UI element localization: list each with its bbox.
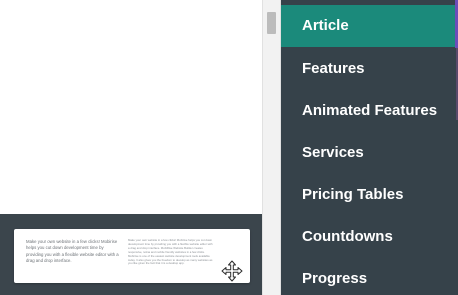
block-category-menu: Article Features Animated Features Servi…	[281, 0, 458, 295]
menu-item-services[interactable]: Services	[281, 132, 458, 174]
page-preview: Make your own website in a few clicks! M…	[0, 0, 262, 295]
menu-item-progress[interactable]: Progress	[281, 258, 458, 295]
card-text-right: Make your own website in a few clicks! M…	[128, 239, 213, 266]
menu-item-animated-features[interactable]: Animated Features	[281, 90, 458, 132]
scrollbar-thumb[interactable]	[267, 12, 276, 34]
card-text-left: Make your own website in a few clicks! M…	[26, 239, 119, 264]
content-card[interactable]: Make your own website in a few clicks! M…	[14, 229, 250, 283]
scrollbar[interactable]	[262, 0, 281, 295]
screen: Make your own website in a few clicks! M…	[0, 0, 458, 295]
menu-item-features[interactable]: Features	[281, 48, 458, 90]
menu-item-pricing-tables[interactable]: Pricing Tables	[281, 174, 458, 216]
move-arrows-icon[interactable]	[221, 260, 243, 282]
menu-item-article[interactable]: Article	[281, 5, 458, 47]
menu-item-countdowns[interactable]: Countdowns	[281, 216, 458, 258]
